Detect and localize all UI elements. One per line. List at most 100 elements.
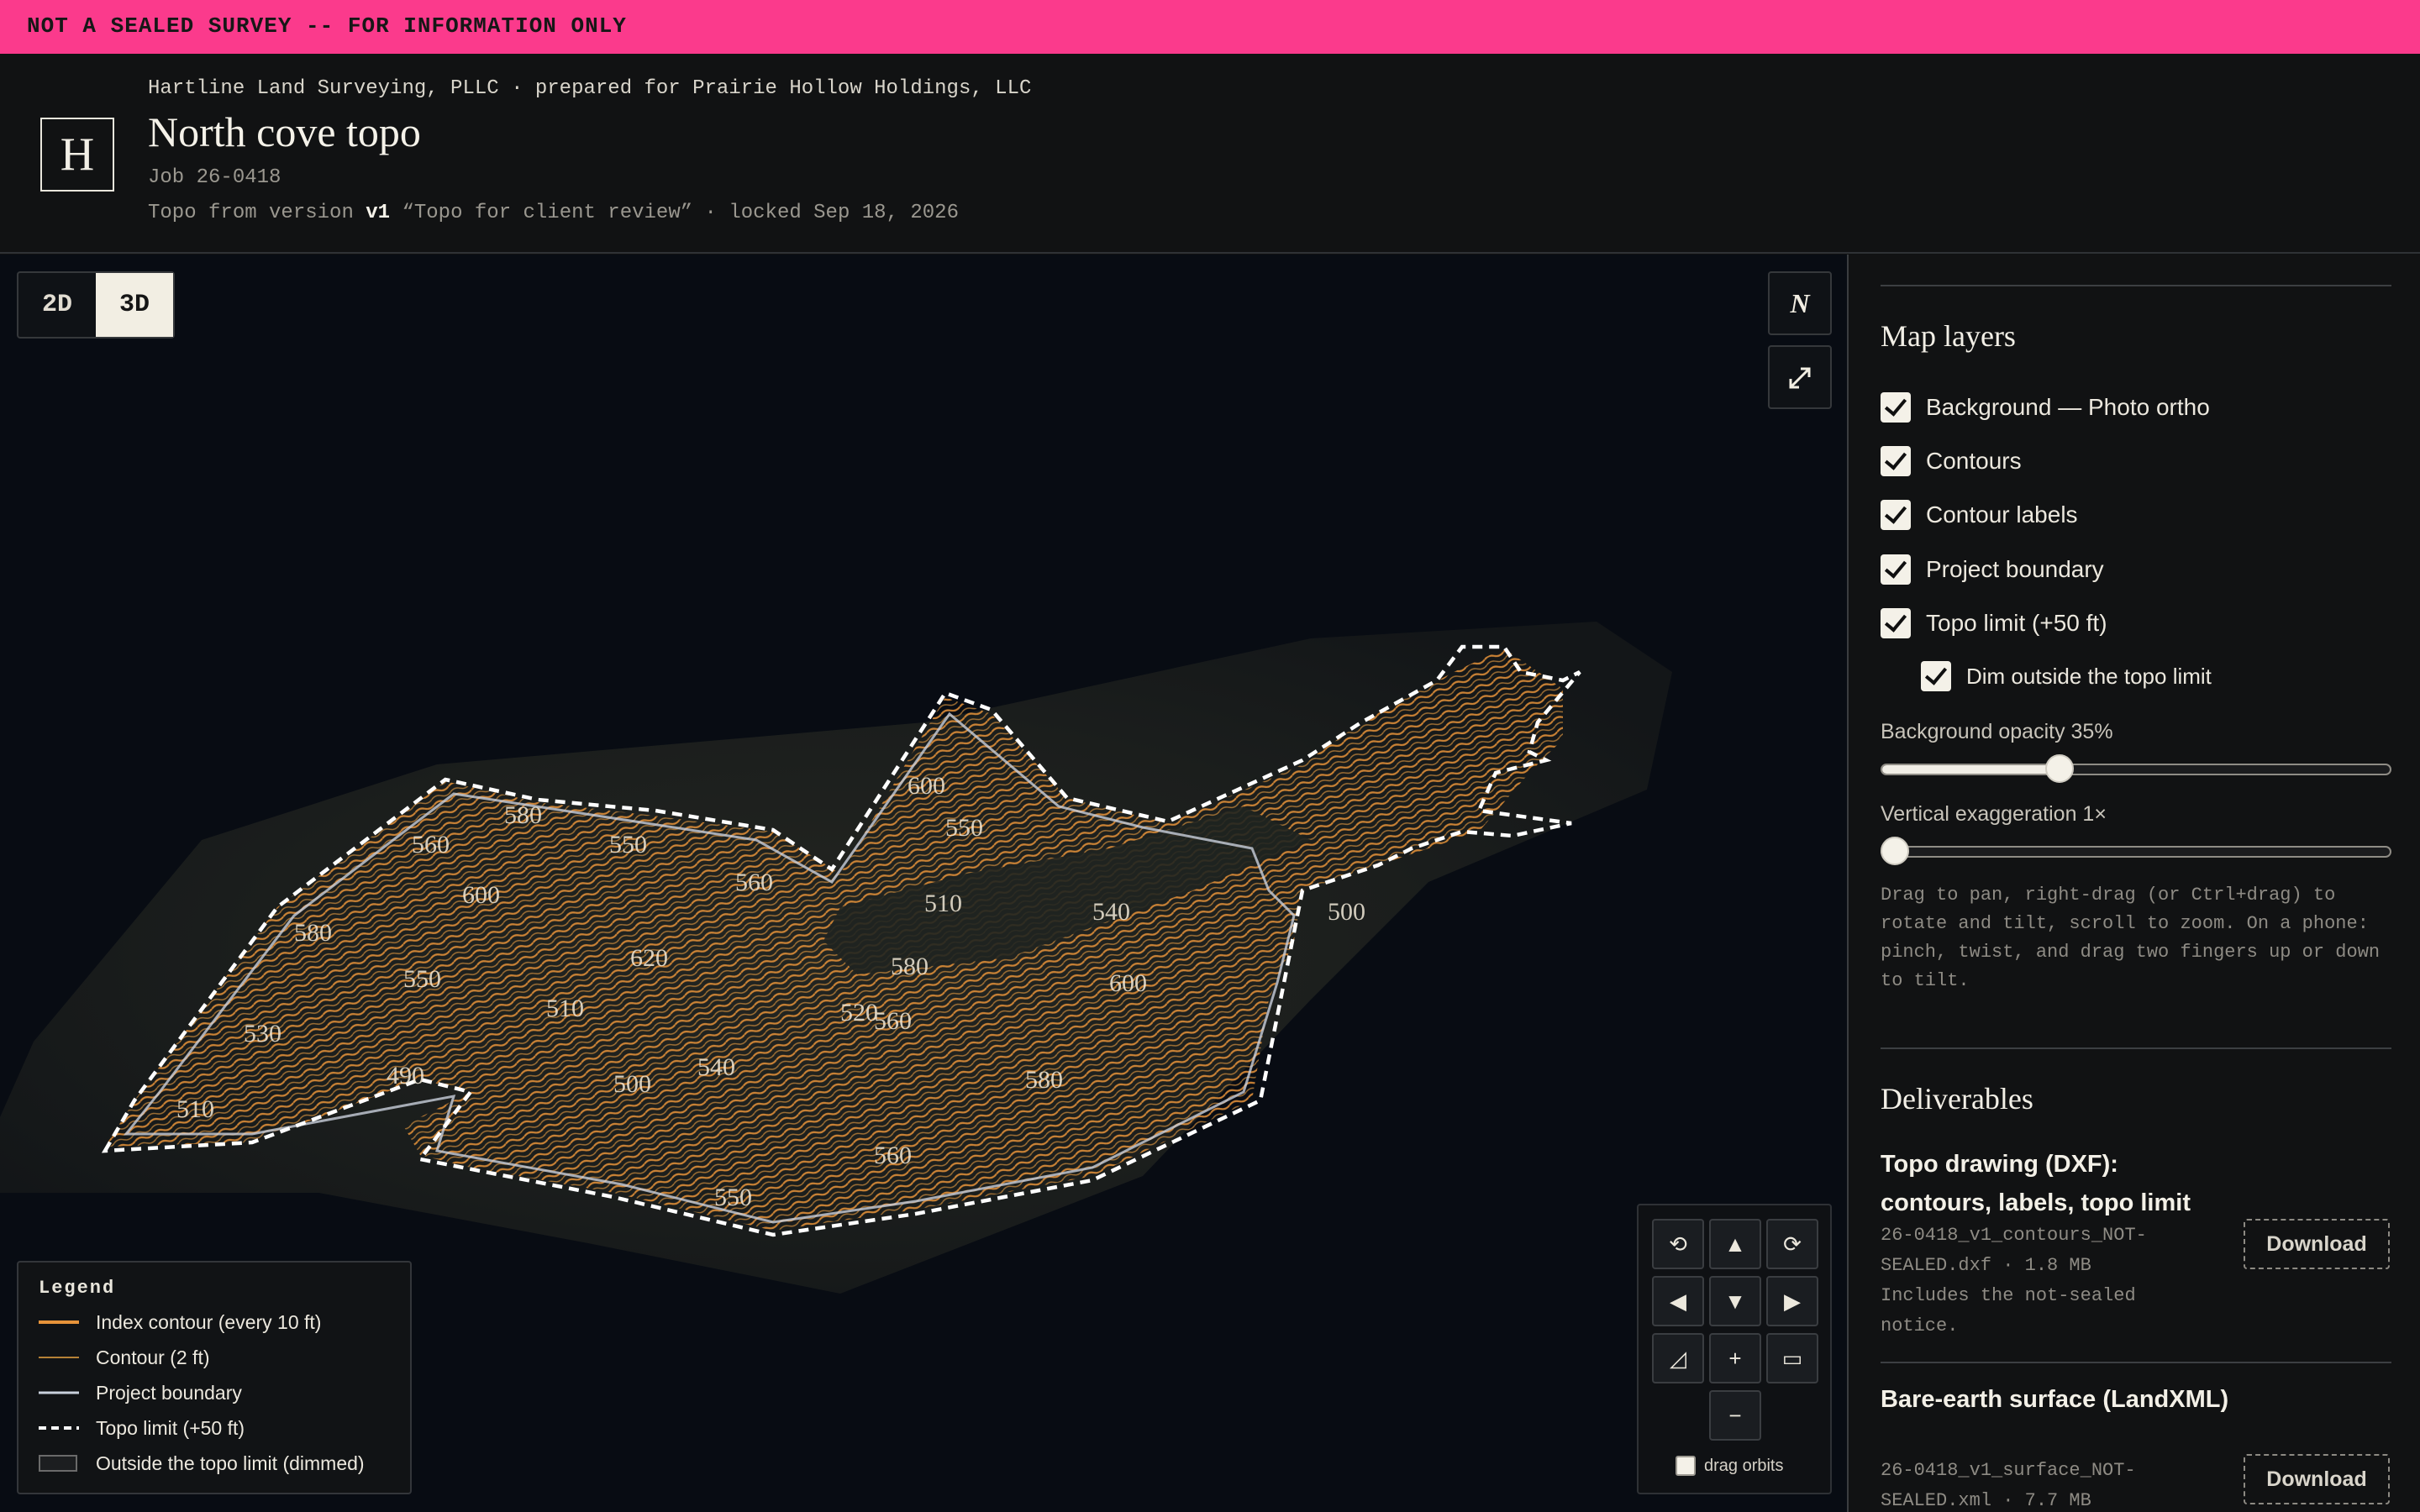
legend-item-label: Topo limit (+50 ft) [96, 1416, 245, 1439]
legend-title: Legend [39, 1278, 116, 1299]
legend-item-project-boundary: Project boundary [39, 1378, 242, 1407]
legend-item-contour: Contour (2 ft) [39, 1343, 210, 1372]
side-panel: Map layers Background — Photo ortho Cont… [1850, 255, 2420, 1512]
drag-orbits-toggle[interactable]: drag orbits [1676, 1456, 1784, 1476]
contour-label: 530 [244, 1020, 281, 1047]
layer-checkbox[interactable] [1881, 500, 1911, 530]
layer-checkbox[interactable] [1881, 392, 1911, 423]
not-sealed-banner: NOT A SEALED SURVEY -- FOR INFORMATION O… [0, 0, 2420, 54]
layer-background-toggle[interactable]: Background — Photo ortho [1881, 392, 2210, 423]
layer-label: Contour labels [1926, 501, 2078, 528]
reset-view-button[interactable]: ▭ [1766, 1333, 1818, 1383]
rotate-left-button[interactable]: ⟲ [1652, 1219, 1704, 1269]
layer-label: Background — Photo ortho [1926, 394, 2210, 420]
rotate-right-button[interactable]: ⟳ [1766, 1219, 1818, 1269]
contour-label: 560 [412, 831, 450, 858]
layer-label: Topo limit (+50 ft) [1926, 610, 2107, 636]
slider-fill [1882, 765, 2060, 774]
layer-checkbox[interactable] [1881, 554, 1911, 585]
north-arrow-icon: N [1790, 288, 1810, 318]
deliverable-divider [1881, 1362, 2391, 1363]
contour-label: 550 [403, 965, 441, 993]
drag-orbits-label: drag orbits [1704, 1456, 1784, 1475]
layer-contour-labels-toggle[interactable]: Contour labels [1881, 500, 2078, 530]
dimmed-swatch [39, 1455, 77, 1472]
navigation-help-text: Drag to pan, right-drag (or Ctrl+drag) t… [1881, 885, 2381, 991]
deliverable-title: Topo drawing (DXF): contours, labels, to… [1881, 1151, 2191, 1216]
tilt-button[interactable]: ◿ [1652, 1333, 1704, 1383]
layer-project-boundary-toggle[interactable]: Project boundary [1881, 554, 2104, 585]
section-divider [1881, 1047, 2391, 1049]
pan-left-button[interactable]: ◀ [1652, 1276, 1704, 1326]
version-prefix: Topo from version [148, 202, 354, 224]
contour-label: 620 [630, 944, 668, 972]
page-title: North cove topo [148, 108, 421, 155]
deliverable-file-info: 26-0418_v1_surface_NOT-SEALED.xml · 7.7 … [1881, 1460, 2136, 1511]
layer-contours-toggle[interactable]: Contours [1881, 446, 2022, 476]
layer-label: Project boundary [1926, 556, 2104, 582]
contour-label: 550 [609, 831, 647, 858]
index-contour-swatch [39, 1320, 79, 1324]
contour-label: 490 [387, 1062, 424, 1089]
layer-checkbox[interactable] [1921, 661, 1951, 691]
contour-label: 580 [504, 801, 542, 829]
firm-logo: H [40, 118, 114, 192]
contour-swatch [39, 1357, 79, 1358]
contour-label: 500 [613, 1070, 651, 1098]
layer-label: Dim outside the topo limit [1966, 663, 2212, 689]
map-legend: Legend Index contour (every 10 ft) Conto… [17, 1261, 412, 1494]
pan-up-button[interactable]: ▲ [1709, 1219, 1761, 1269]
version-line: Topo from version v1 “Topo for client re… [148, 202, 959, 224]
firm-line: Hartline Land Surveying, PLLC · prepared… [148, 77, 1032, 100]
contour-label: 540 [1092, 898, 1130, 926]
contour-label: 550 [945, 814, 983, 842]
legend-item-label: Contour (2 ft) [96, 1346, 210, 1368]
contour-label: 560 [735, 869, 773, 896]
contour-label: 580 [1025, 1066, 1063, 1094]
legend-item-index-contour: Index contour (every 10 ft) [39, 1308, 321, 1336]
navigation-pad: ⟲ ▲ ⟳ ◀ ▼ ▶ ◿ + ▭ − drag orbits [1637, 1204, 1832, 1494]
vertical-exaggeration-label: Vertical exaggeration 1× [1881, 802, 2107, 826]
section-divider [1881, 285, 2391, 286]
drag-orbits-checkbox[interactable] [1676, 1456, 1696, 1476]
slider-handle[interactable] [1881, 837, 1909, 865]
pan-down-button[interactable]: ▼ [1709, 1276, 1761, 1326]
layer-topo-limit-toggle[interactable]: Topo limit (+50 ft) [1881, 608, 2107, 638]
download-landxml-button[interactable]: Download [2244, 1454, 2390, 1504]
contour-label: 510 [546, 995, 584, 1022]
job-number: Job 26-0418 [148, 166, 281, 189]
fullscreen-button[interactable] [1768, 345, 1832, 409]
layer-checkbox[interactable] [1881, 446, 1911, 476]
map-viewport[interactable]: 510 530 550 580 600 540 560 490 500 510 … [0, 255, 1849, 1512]
background-opacity-label: Background opacity 35% [1881, 720, 2113, 743]
background-opacity-slider[interactable] [1881, 754, 2391, 783]
layer-checkbox[interactable] [1881, 608, 1911, 638]
mode-3d-button[interactable]: 3D [96, 273, 173, 337]
zoom-in-button[interactable]: + [1709, 1333, 1761, 1383]
contour-label: 510 [924, 890, 962, 917]
map-layers-heading: Map layers [1881, 319, 2016, 353]
view-mode-toggle[interactable]: 2D 3D [17, 271, 175, 339]
vertical-exaggeration-slider[interactable] [1881, 837, 2391, 865]
legend-item-label: Outside the topo limit (dimmed) [96, 1452, 365, 1474]
banner-text: NOT A SEALED SURVEY -- FOR INFORMATION O… [27, 13, 627, 39]
slider-handle[interactable] [2045, 754, 2075, 783]
contour-label: 550 [714, 1184, 752, 1211]
expand-icon [1789, 367, 1811, 389]
page-header: H Hartline Land Surveying, PLLC · prepar… [0, 54, 2420, 254]
topo-limit-swatch [39, 1426, 79, 1430]
deliverable-file-info: 26-0418_v1_contours_NOT-SEALED.dxf · 1.8… [1881, 1225, 2147, 1276]
dim-outside-toggle[interactable]: Dim outside the topo limit [1921, 661, 2212, 691]
contour-label: 560 [874, 1007, 912, 1035]
zoom-out-button[interactable]: − [1709, 1390, 1761, 1441]
pan-right-button[interactable]: ▶ [1766, 1276, 1818, 1326]
contour-label: 520 [840, 999, 878, 1026]
north-reset-button[interactable]: N [1768, 271, 1832, 335]
contour-label: 580 [294, 919, 332, 947]
mode-2d-button[interactable]: 2D [18, 273, 96, 337]
legend-item-label: Project boundary [96, 1381, 242, 1404]
legend-item-label: Index contour (every 10 ft) [96, 1310, 322, 1333]
version-tag: v1 [366, 202, 391, 224]
contour-label: 500 [1328, 898, 1365, 926]
download-dxf-button[interactable]: Download [2244, 1219, 2390, 1269]
